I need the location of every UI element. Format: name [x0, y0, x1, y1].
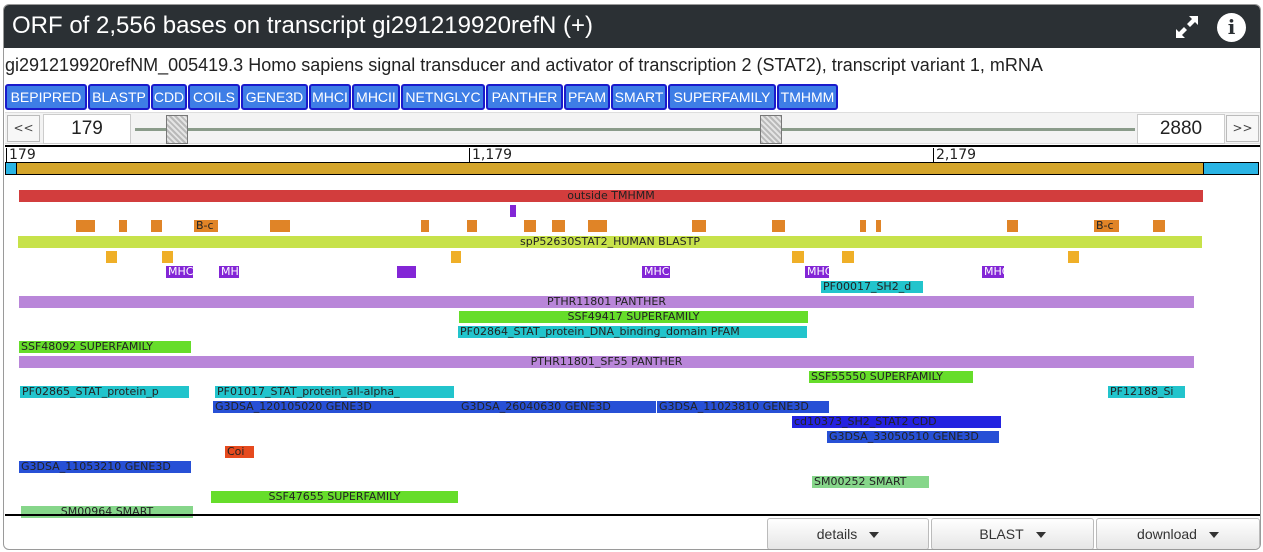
feature-bar[interactable]: PF01017_STAT_protein_all-alpha_ — [215, 386, 454, 398]
cds-segment — [16, 162, 1204, 175]
range-start-handle[interactable] — [166, 115, 188, 144]
utr-3prime-segment — [1203, 162, 1259, 175]
utr-5prime-segment — [5, 162, 17, 175]
range-prev-button[interactable]: << — [7, 115, 40, 142]
feature-bar[interactable]: MHC — [982, 266, 1009, 278]
expand-icon[interactable] — [1174, 14, 1200, 40]
tool-tmhmm-button[interactable]: TMHMM — [777, 84, 838, 110]
feature-marker[interactable] — [162, 251, 173, 263]
feature-marker[interactable] — [692, 220, 706, 232]
tool-netnglyc-button[interactable]: NETNGLYC — [401, 84, 485, 110]
feature-bar[interactable]: SM00252 SMART — [812, 476, 929, 488]
feature-bar[interactable]: cd10373_SH2_STAT2 CDD — [792, 416, 1001, 428]
tool-coils-button[interactable]: COILS — [188, 84, 240, 110]
tool-cdd-button[interactable]: CDD — [151, 84, 187, 110]
tool-mhcii-button[interactable]: MHCII — [352, 84, 400, 110]
transcript-description: gi291219920refNM_005419.3 Homo sapiens s… — [5, 55, 1043, 75]
tool-panther-button[interactable]: PANTHER — [486, 84, 563, 110]
tool-blastp-button[interactable]: BLASTP — [88, 84, 150, 110]
chevron-down-icon — [869, 532, 880, 539]
tracks-bottom-border — [5, 514, 1260, 516]
blast-label: BLAST — [979, 526, 1024, 542]
orf-panel: ORF of 2,556 bases on transcript gi29121… — [3, 4, 1261, 550]
range-slider-track[interactable] — [135, 128, 1135, 131]
feature-tracks: outside TMHMM B-c B-c spP52630STAT2_HUMAN B… — [5, 183, 1260, 518]
feature-bar[interactable]: SSF48092 SUPERFAMILY — [19, 341, 191, 353]
chevron-down-icon — [1035, 532, 1046, 539]
feature-marker[interactable] — [106, 251, 117, 263]
info-icon[interactable]: i — [1217, 13, 1246, 42]
feature-marker[interactable] — [270, 220, 290, 232]
range-start-input[interactable]: 179 — [43, 114, 131, 144]
feature-marker[interactable] — [1153, 220, 1165, 232]
feature-marker[interactable] — [151, 220, 162, 232]
feature-bar[interactable]: PTHR11801 PANTHER — [19, 296, 1194, 308]
feature-bar[interactable]: SSF47655 SUPERFAMILY — [211, 491, 458, 503]
feature-marker[interactable] — [397, 266, 416, 278]
feature-bar[interactable]: SSF55550 SUPERFAMILY — [809, 371, 973, 383]
tool-superfamily-button[interactable]: SUPERFAMILY — [668, 84, 776, 110]
feature-marker[interactable] — [119, 220, 127, 232]
feature-bar[interactable]: PTHR11801_SF55 PANTHER — [19, 356, 1194, 368]
range-slider-bar: << 179 2880 >> — [5, 112, 1260, 144]
feature-marker[interactable] — [1068, 251, 1079, 263]
title-bar: ORF of 2,556 bases on transcript gi29121… — [4, 5, 1260, 48]
tool-mhci-button[interactable]: MHCI — [309, 84, 351, 110]
feature-bar[interactable]: B-c — [1094, 220, 1119, 232]
feature-bar[interactable]: Coi — [225, 446, 254, 458]
feature-bar[interactable]: outside TMHMM — [19, 190, 1203, 202]
feature-bar[interactable]: PF00017_SH2_d — [821, 281, 923, 293]
feature-marker[interactable] — [421, 220, 429, 232]
tool-gene3d-button[interactable]: GENE3D — [241, 84, 308, 110]
tool-bepipred-button[interactable]: BEPIPRED — [5, 84, 87, 110]
feature-bar[interactable]: MHC — [805, 266, 832, 278]
feature-marker[interactable] — [76, 220, 95, 232]
feature-bar[interactable]: PF12188_Si — [1108, 386, 1185, 398]
feature-marker[interactable] — [510, 205, 516, 217]
feature-bar[interactable]: G3DSA_26040630 GENE3D — [459, 401, 656, 413]
download-dropdown-button[interactable]: download — [1096, 518, 1260, 549]
range-next-button[interactable]: >> — [1226, 115, 1259, 142]
window-title: ORF of 2,556 bases on transcript gi29121… — [12, 12, 593, 39]
feature-bar[interactable]: MHC — [642, 266, 670, 278]
feature-bar[interactable]: MHC — [219, 266, 246, 278]
range-end-input[interactable]: 2880 — [1137, 114, 1225, 144]
details-dropdown-button[interactable]: details — [767, 518, 929, 549]
feature-marker[interactable] — [876, 220, 881, 232]
chevron-down-icon — [1208, 532, 1219, 539]
feature-marker[interactable] — [1007, 220, 1018, 232]
feature-marker[interactable] — [588, 220, 607, 232]
feature-marker[interactable] — [524, 220, 536, 232]
feature-bar[interactable]: G3DSA_33050510 GENE3D — [827, 431, 999, 443]
feature-marker[interactable] — [772, 220, 785, 232]
feature-bar[interactable]: G3DSA_120105020 GENE3D — [213, 401, 459, 413]
feature-bar[interactable]: MHC — [166, 266, 193, 278]
feature-bar[interactable]: SM00964 SMART — [21, 506, 193, 518]
feature-bar[interactable]: PF02865_STAT_protein_p — [20, 386, 189, 398]
feature-marker[interactable] — [792, 251, 804, 263]
sequence-bar — [5, 162, 1259, 175]
tool-smart-button[interactable]: SMART — [611, 84, 667, 110]
feature-bar[interactable]: PF02864_STAT_protein_DNA_binding_domain … — [458, 326, 807, 338]
feature-marker[interactable] — [842, 251, 854, 263]
details-label: details — [816, 526, 858, 542]
blast-dropdown-button[interactable]: BLAST — [931, 518, 1094, 549]
feature-bar[interactable]: B-c — [194, 220, 218, 232]
range-end-handle[interactable] — [760, 115, 782, 144]
download-label: download — [1137, 526, 1197, 542]
feature-marker[interactable] — [451, 251, 461, 263]
feature-bar[interactable]: SSF49417 SUPERFAMILY — [459, 311, 808, 323]
feature-bar[interactable]: spP52630STAT2_HUMAN BLASTP — [18, 236, 1202, 248]
feature-marker[interactable] — [552, 220, 565, 232]
feature-marker[interactable] — [860, 220, 866, 232]
tool-pfam-button[interactable]: PFAM — [564, 84, 610, 110]
feature-bar[interactable]: G3DSA_11053210 GENE3D — [19, 461, 191, 473]
feature-bar[interactable]: G3DSA_11023810 GENE3D — [657, 401, 829, 413]
ruler-line — [5, 145, 1260, 147]
feature-marker[interactable] — [467, 220, 477, 232]
